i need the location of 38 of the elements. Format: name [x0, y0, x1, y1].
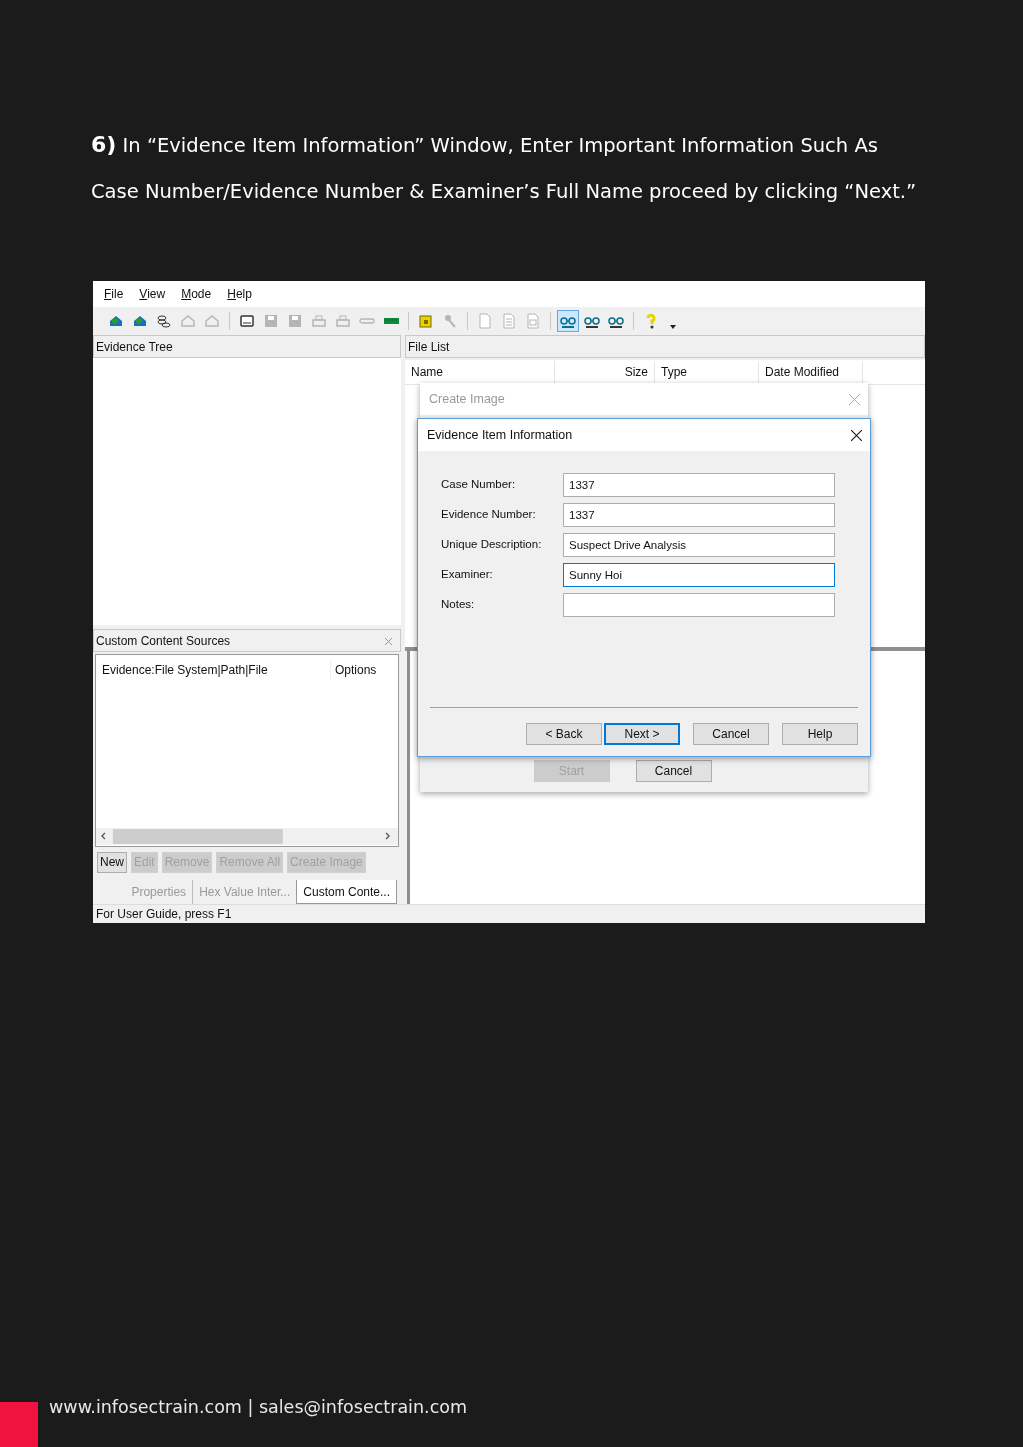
panel-title: Custom Content Sources: [96, 632, 231, 650]
menu-item[interactable]: Mode: [181, 285, 212, 303]
field-label: Unique Description:: [441, 537, 543, 553]
panel-header: Evidence Tree: [93, 335, 401, 358]
dialog-button[interactable]: Next >: [604, 723, 680, 745]
field-label: Evidence Number:: [441, 507, 537, 523]
instruction-text: 6) In “Evidence Item Information” Window, Enter Important Information Such As Case Number/Evidence Number & Examiner’s Full Name proceed by clicking “Next.”: [91, 131, 918, 205]
dialog-button[interactable]: < Back: [526, 723, 602, 745]
input-field[interactable]: Sunny Hoi: [563, 563, 835, 587]
dialog-title: Create Image: [429, 390, 505, 408]
column-header: Options: [330, 661, 377, 679]
status-bar: For User Guide, press F1: [93, 904, 925, 923]
dialog-button[interactable]: Cancel: [693, 723, 769, 745]
caret-icon[interactable]: [670, 324, 676, 329]
input-field[interactable]: 1337: [563, 473, 835, 497]
dialog-title: Evidence Item Information: [427, 426, 573, 444]
close-icon[interactable]: [851, 429, 862, 441]
dialog-button[interactable]: Cancel: [635, 760, 712, 782]
field-label: Case Number:: [441, 477, 517, 493]
horizontal-scrollbar[interactable]: [96, 828, 398, 845]
field-label: Notes:: [441, 597, 476, 613]
disk-stack-icon[interactable]: [156, 313, 172, 329]
menu-item[interactable]: View: [139, 285, 166, 303]
input-field[interactable]: [563, 593, 835, 617]
field-label: Examiner:: [441, 567, 494, 583]
input-field[interactable]: 1337: [563, 503, 835, 527]
list-button[interactable]: New: [97, 852, 127, 873]
panel-header: File List: [405, 335, 925, 358]
accent-block: [0, 1402, 38, 1447]
column-header: Evidence:File System|Path|File: [102, 662, 269, 679]
menu-item[interactable]: File: [104, 285, 124, 303]
footer-text: www.infosectrain.com | sales@infosectrain.com: [49, 1396, 467, 1419]
input-field[interactable]: Suspect Drive Analysis: [563, 533, 835, 557]
menu-item[interactable]: Help: [227, 285, 252, 303]
drive-icon[interactable]: [239, 313, 255, 329]
box-icon[interactable]: [418, 313, 434, 329]
panel-tab[interactable]: Custom Conte...: [296, 880, 397, 904]
dialog-button[interactable]: Help: [782, 723, 858, 745]
